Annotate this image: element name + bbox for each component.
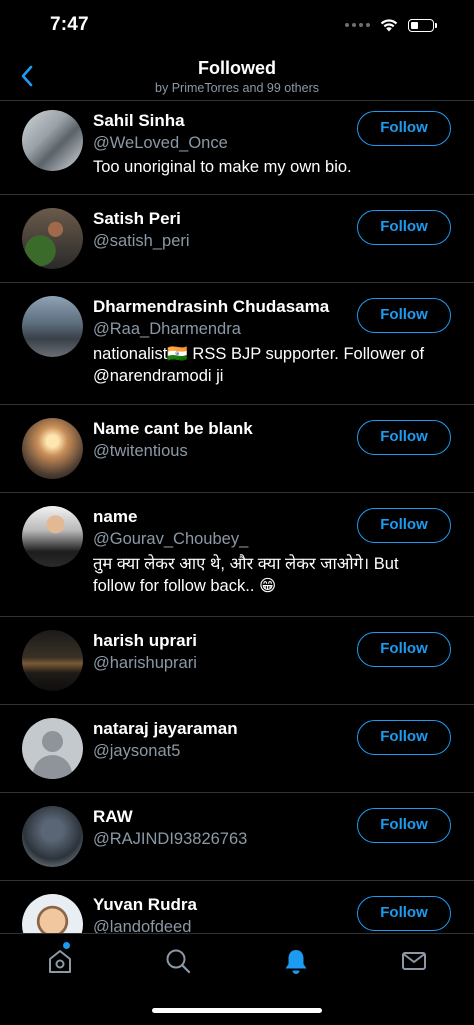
user-handle: @Raa_Dharmendra [93,320,241,338]
list-item[interactable]: Dharmendrasinh Chudasama @Raa_Dharmendra… [0,283,474,405]
home-icon[interactable] [45,946,75,976]
avatar[interactable] [22,208,83,269]
user-list: Sahil Sinha @WeLoved_Once Too unoriginal… [0,101,474,933]
avatar[interactable] [22,418,83,479]
list-item[interactable]: nataraj jayaraman @jaysonat5 Follow [0,705,474,793]
follow-button[interactable]: Follow [357,896,451,931]
avatar[interactable] [22,110,83,171]
list-item[interactable]: Name cant be blank @twitentious Follow [0,405,474,493]
user-handle: @jaysonat5 [93,742,181,760]
avatar[interactable] [22,296,83,357]
user-name[interactable]: name [93,507,137,527]
user-handle: @RAJINDI93826763 [93,830,248,848]
user-bio: तुम क्या लेकर आए थे, और क्या लेकर जाओगे।… [93,555,399,595]
user-handle: @landofdeed [93,918,192,933]
user-name[interactable]: Satish Peri [93,209,181,229]
avatar[interactable] [22,718,83,779]
user-name[interactable]: Name cant be blank [93,419,253,439]
user-name[interactable]: Yuvan Rudra [93,895,197,915]
follow-button[interactable]: Follow [357,508,451,543]
user-name[interactable]: Sahil Sinha [93,111,185,131]
user-name[interactable]: nataraj jayaraman [93,719,238,739]
notifications-icon[interactable] [281,946,311,976]
status-time: 7:47 [50,14,89,35]
notification-dot [63,942,70,949]
user-handle: @satish_peri [93,232,190,250]
page-title: Followed [198,58,276,78]
list-item[interactable]: Satish Peri @satish_peri Follow [0,195,474,283]
header: Followed by PrimeTorres and 99 others [0,52,474,101]
user-bio: nationalist🇮🇳 RSS BJP supporter. Followe… [93,345,425,385]
user-name[interactable]: harish uprari [93,631,197,651]
list-item[interactable]: RAW @RAJINDI93826763 Follow [0,793,474,881]
list-item[interactable]: Sahil Sinha @WeLoved_Once Too unoriginal… [0,101,474,195]
follow-button[interactable]: Follow [357,632,451,667]
battery-icon [408,18,437,32]
status-icons [345,18,437,32]
user-name[interactable]: Dharmendrasinh Chudasama [93,297,329,317]
user-handle: @twitentious [93,442,188,460]
user-handle: @Gourav_Choubey_ [93,530,249,548]
user-handle: @WeLoved_Once [93,134,228,152]
page-subtitle: by PrimeTorres and 99 others [155,81,319,95]
search-icon[interactable] [163,946,193,976]
list-item[interactable]: Yuvan Rudra @landofdeed Follow [0,881,474,933]
avatar[interactable] [22,806,83,867]
avatar[interactable] [22,506,83,567]
follow-button[interactable]: Follow [357,298,451,333]
list-item[interactable]: harish uprari @harishuprari Follow [0,617,474,705]
follow-button[interactable]: Follow [357,111,451,146]
avatar[interactable] [22,894,83,933]
home-indicator [152,1008,322,1013]
wifi-icon [380,19,398,32]
status-bar: 7:47 [0,0,474,52]
messages-icon[interactable] [399,946,429,976]
follow-button[interactable]: Follow [357,720,451,755]
follow-button[interactable]: Follow [357,808,451,843]
signal-icon [345,23,370,27]
follow-button[interactable]: Follow [357,210,451,245]
user-name[interactable]: RAW [93,807,133,827]
user-bio: Too unoriginal to make my own bio. [93,158,352,176]
list-item[interactable]: name @Gourav_Choubey_ तुम क्या लेकर आए थ… [0,493,474,617]
follow-button[interactable]: Follow [357,420,451,455]
avatar[interactable] [22,630,83,691]
user-handle: @harishuprari [93,654,197,672]
